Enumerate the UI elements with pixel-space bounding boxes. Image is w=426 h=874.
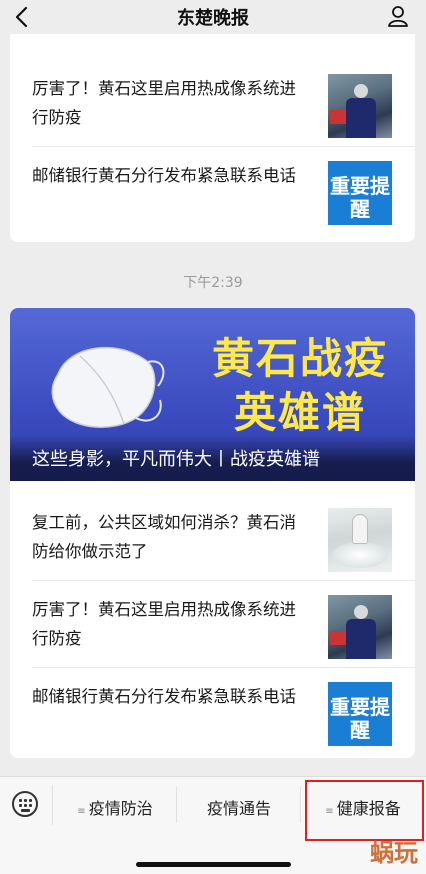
article-title: 复工前，公共区域如何消杀？黄石消防给你做示范了 [32,513,296,561]
article-item[interactable]: 复工前，公共区域如何消杀？黄石消防给你做示范了 [10,494,415,581]
article-thumbnail [328,595,392,659]
message-timestamp: 下午2:39 [183,275,243,291]
article-title: 邮储银行黄石分行发布紧急联系电话 [32,687,296,706]
top-navigation-bar: 东楚晚报 [0,0,426,34]
article-thumbnail [328,74,392,138]
article-thumbnail [328,508,392,572]
watermark-logo: 蜗玩 [370,839,418,867]
thumbnail-label: 重要提醒 [330,695,390,742]
user-icon[interactable] [386,4,410,28]
article-card: 黄石战疫 英雄谱 这些身影，平凡而伟大丨战疫英雄谱 复工前，公共区域如何消杀？黄… [10,308,415,758]
highlight-box [305,780,424,841]
menu-label: 疫情防治 [88,799,153,818]
notice-thumbnail: 重要提醒 [328,682,392,746]
article-item[interactable]: 厉害了！黄石这里启用热成像系统进行防疫 [10,60,415,147]
thumbnail-label: 重要提醒 [330,174,390,221]
article-item[interactable]: 邮储银行黄石分行发布紧急联系电话 重要提醒 [10,668,415,755]
headline-line-2: 英雄谱 [233,388,366,437]
lead-article-banner[interactable]: 黄石战疫 英雄谱 这些身影，平凡而伟大丨战疫英雄谱 [10,308,415,481]
banner-caption: 这些身影，平凡而伟大丨战疫英雄谱 [32,449,320,470]
article-card-previous: 厉害了！黄石这里启用热成像系统进行防疫 邮储银行黄石分行发布紧急联系电话 重要提… [10,34,415,242]
article-title: 邮储银行黄石分行发布紧急联系电话 [32,166,296,185]
home-indicator[interactable] [136,862,291,867]
banner-headline: 黄石战疫 英雄谱 [190,332,410,440]
headline-line-1: 黄石战疫 [211,334,388,383]
menu-item-epidemic-prevention[interactable]: ≡ 疫情防治 [53,777,177,833]
article-item[interactable]: 厉害了！黄石这里启用热成像系统进行防疫 [10,581,415,668]
article-title: 厉害了！黄石这里启用热成像系统进行防疫 [32,79,296,127]
menu-item-epidemic-notice[interactable]: 疫情通告 [177,777,301,833]
keyboard-icon[interactable] [12,791,38,817]
face-mask-image [51,346,165,428]
article-title: 厉害了！黄石这里启用热成像系统进行防疫 [32,600,296,648]
page-title: 东楚晚报 [177,8,249,29]
article-item[interactable]: 邮储银行黄石分行发布紧急联系电话 重要提醒 [10,147,415,234]
menu-label: 疫情通告 [206,799,271,818]
submenu-icon: ≡ [77,806,86,817]
notice-thumbnail: 重要提醒 [328,161,392,225]
